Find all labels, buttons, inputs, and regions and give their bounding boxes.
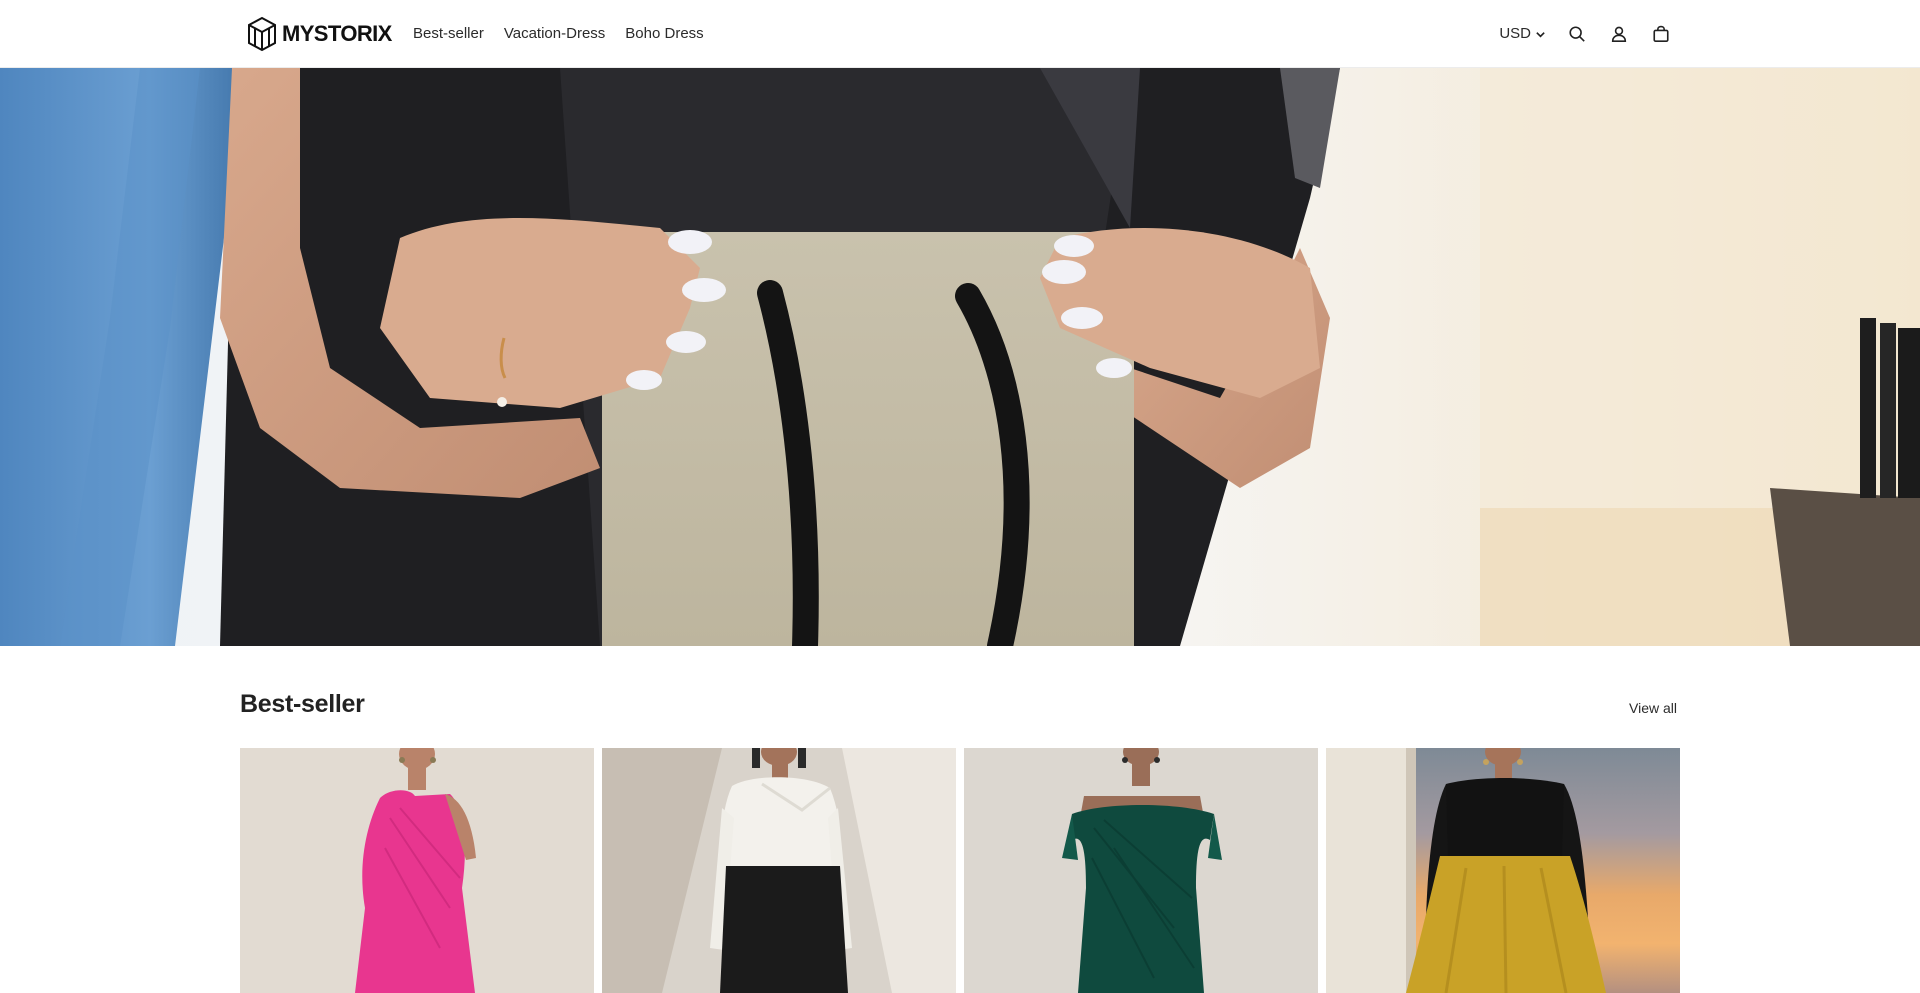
product-card[interactable] bbox=[1326, 748, 1680, 993]
account-button[interactable] bbox=[1608, 20, 1630, 48]
view-all-link[interactable]: View all bbox=[1629, 700, 1677, 716]
account-icon bbox=[1611, 26, 1627, 43]
cart-button[interactable] bbox=[1650, 20, 1672, 48]
chevron-down-icon bbox=[1536, 31, 1545, 38]
hero-image bbox=[0, 68, 1920, 646]
search-button[interactable] bbox=[1566, 20, 1588, 48]
nav-best-seller[interactable]: Best-seller bbox=[413, 24, 484, 44]
hero-banner[interactable] bbox=[0, 68, 1920, 646]
product-image bbox=[964, 748, 1318, 993]
currency-selector[interactable]: USD bbox=[1499, 20, 1546, 48]
search-icon bbox=[1569, 26, 1585, 42]
site-header: MYSTORIX Best-seller Vacation-Dress Boho… bbox=[0, 0, 1920, 68]
logo[interactable]: MYSTORIX bbox=[246, 15, 392, 53]
currency-label: USD bbox=[1499, 25, 1531, 42]
product-card[interactable] bbox=[602, 748, 956, 993]
logo-icon bbox=[248, 16, 276, 52]
cart-icon bbox=[1653, 25, 1669, 43]
product-grid bbox=[240, 748, 1681, 993]
product-card[interactable] bbox=[240, 748, 594, 993]
product-image bbox=[1326, 748, 1680, 993]
logo-text: MYSTORIX bbox=[282, 21, 392, 46]
header-actions: USD bbox=[1499, 20, 1672, 48]
product-image bbox=[602, 748, 956, 993]
nav-boho-dress[interactable]: Boho Dress bbox=[625, 24, 703, 44]
product-image bbox=[240, 748, 594, 993]
section-title: Best-seller bbox=[240, 690, 365, 718]
product-card[interactable] bbox=[964, 748, 1318, 993]
main-nav: Best-seller Vacation-Dress Boho Dress bbox=[413, 24, 704, 44]
nav-vacation-dress[interactable]: Vacation-Dress bbox=[504, 24, 605, 44]
